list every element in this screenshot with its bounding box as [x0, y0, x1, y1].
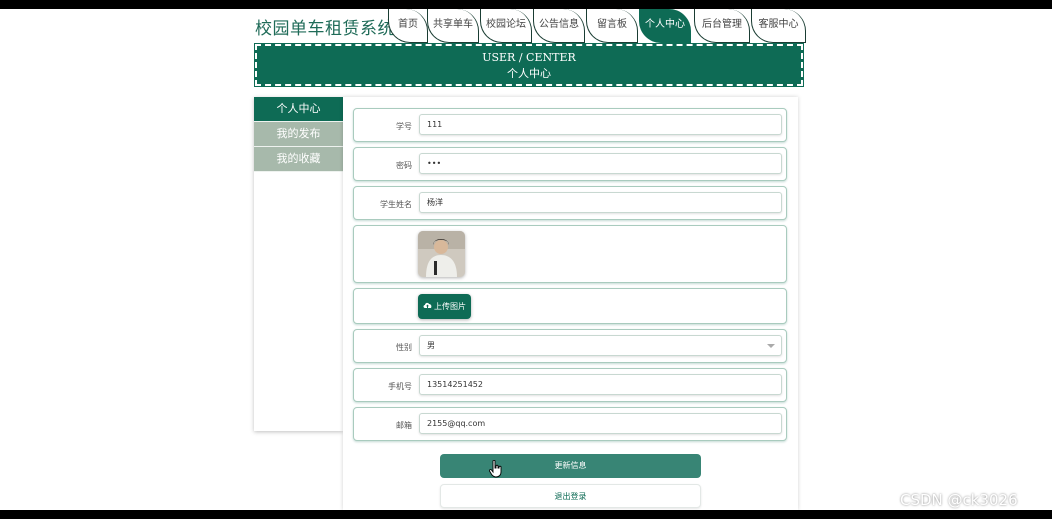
logout-button[interactable]: 退出登录: [440, 484, 701, 508]
hand-pointer-icon: [488, 459, 503, 478]
nav-personal-center[interactable]: 个人中心: [639, 9, 691, 43]
student-id-input[interactable]: 111: [419, 114, 782, 135]
site-title: 校园单车租赁系统: [255, 19, 395, 39]
bottom-black-bar: [0, 510, 1052, 519]
sidebar-item-my-favorites[interactable]: 我的收藏: [254, 147, 343, 172]
csdn-watermark: CSDN @ck3026: [900, 491, 1018, 509]
upload-image-label: 上传图片: [434, 302, 466, 311]
sidebar-item-personal-center[interactable]: 个人中心: [254, 97, 343, 122]
form-row-student-id: 学号 111: [353, 108, 787, 142]
upload-image-button[interactable]: 上传图片: [418, 294, 471, 319]
nav-home[interactable]: 首页: [388, 9, 428, 43]
form-row-gender: 性别 男: [353, 329, 787, 363]
sidebar-item-my-posts[interactable]: 我的发布: [254, 122, 343, 147]
password-input[interactable]: •••: [419, 153, 782, 174]
nav-admin[interactable]: 后台管理: [694, 9, 750, 43]
email-input[interactable]: 2155@qq.com: [419, 413, 782, 434]
form-row-phone: 手机号 13514251452: [353, 368, 787, 402]
student-id-label: 学号: [396, 122, 412, 131]
sidebar: 个人中心 我的发布 我的收藏: [254, 97, 343, 431]
student-name-label: 学生姓名: [380, 200, 412, 209]
nav-announcements[interactable]: 公告信息: [533, 9, 585, 43]
nav-campus-forum[interactable]: 校园论坛: [480, 9, 532, 43]
form-row-upload: 上传图片: [353, 288, 787, 324]
page-banner: USER / CENTER 个人中心: [254, 43, 804, 87]
form-row-email: 邮箱 2155@qq.com: [353, 407, 787, 441]
form-row-avatar: [353, 225, 787, 283]
banner-title-en: USER / CENTER: [482, 51, 576, 64]
update-info-button[interactable]: 更新信息: [440, 454, 701, 478]
gender-select[interactable]: 男: [419, 335, 782, 356]
main-nav: 首页 共享单车 校园论坛 公告信息 留言板 个人中心 后台管理 客服中心: [388, 9, 808, 45]
profile-form: 学号 111 密码 ••• 学生姓名 杨洋 上传图片 性别 男 手机号 1351…: [343, 97, 798, 510]
password-label: 密码: [396, 161, 412, 170]
phone-label: 手机号: [388, 382, 412, 391]
form-row-student-name: 学生姓名 杨洋: [353, 186, 787, 220]
phone-input[interactable]: 13514251452: [419, 374, 782, 395]
student-name-input[interactable]: 杨洋: [419, 192, 782, 213]
cloud-upload-icon: [423, 294, 432, 319]
top-black-bar: [0, 0, 1052, 9]
form-row-password: 密码 •••: [353, 147, 787, 181]
nav-shared-bikes[interactable]: 共享单车: [427, 9, 479, 43]
banner-title-cn: 个人中心: [507, 67, 551, 80]
chevron-down-icon: [767, 344, 775, 348]
avatar-image[interactable]: [418, 231, 465, 277]
gender-value: 男: [427, 341, 435, 350]
email-label: 邮箱: [396, 421, 412, 430]
nav-customer-service[interactable]: 客服中心: [751, 9, 806, 43]
gender-label: 性别: [396, 343, 412, 352]
nav-message-board[interactable]: 留言板: [586, 9, 638, 43]
